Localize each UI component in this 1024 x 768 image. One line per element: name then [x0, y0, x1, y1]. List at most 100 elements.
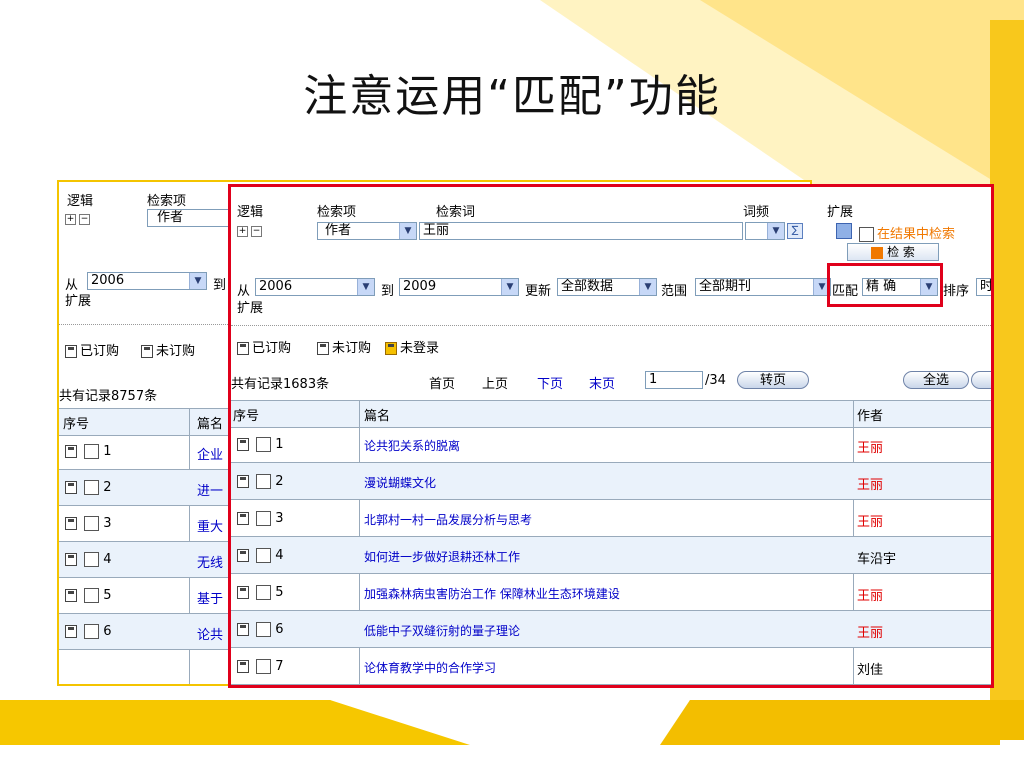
prev-page-link[interactable]: 上页 — [482, 373, 508, 392]
article-title-link[interactable]: 漫说蝴蝶文化 — [364, 474, 436, 491]
freq-select[interactable]: ▼ — [745, 222, 785, 240]
row-number: 3 — [65, 516, 112, 531]
minus-icon[interactable]: − — [79, 213, 90, 225]
term-label: 检索词 — [436, 205, 476, 220]
database-icon — [65, 445, 77, 458]
database-icon — [385, 342, 397, 355]
range-select[interactable]: 全部期刊 ▼ — [695, 278, 831, 296]
minus-icon[interactable]: − — [251, 225, 262, 237]
record-count: 共有记录8757条 — [59, 389, 158, 404]
legend-unsubscribed: 未订购 — [317, 337, 371, 356]
row-number: 7 — [237, 659, 284, 674]
article-title-link[interactable]: 论体育教学中的合作学习 — [364, 659, 496, 676]
add-remove-controls[interactable]: + − — [65, 212, 93, 225]
from-year-select[interactable]: 2006 ▼ — [255, 278, 375, 296]
plus-icon[interactable]: + — [237, 225, 248, 237]
table-row: 5 加强森林病虫害防治工作 保障林业生态环境建设 王丽 — [231, 574, 991, 611]
expand-label-2: 扩展 — [237, 301, 264, 316]
row-checkbox[interactable] — [256, 474, 272, 489]
author-link[interactable]: 王丽 — [857, 622, 883, 641]
article-title-link[interactable]: 北郭村一村一品发展分析与思考 — [364, 511, 532, 528]
row-checkbox[interactable] — [84, 444, 100, 459]
article-title-link[interactable]: 低能中子双缝衍射的量子理论 — [364, 622, 520, 639]
search-in-results-checkbox[interactable] — [859, 227, 874, 242]
page-number-input[interactable]: 1 — [645, 371, 703, 389]
row-checkbox[interactable] — [256, 659, 272, 674]
add-remove-controls[interactable]: + − — [237, 224, 265, 237]
row-checkbox[interactable] — [84, 516, 100, 531]
article-title-link[interactable]: 论共 — [197, 624, 223, 643]
row-checkbox[interactable] — [256, 437, 272, 452]
field-label: 检索项 — [317, 205, 357, 220]
legend-subscribed: 已订购 — [65, 340, 119, 359]
search-term-input[interactable]: 王丽 — [419, 222, 743, 240]
legend-not-logged: 未登录 — [385, 337, 439, 356]
sort-label: 排序 — [943, 284, 970, 299]
col-no-header: 序号 — [63, 417, 90, 432]
row-checkbox[interactable] — [256, 548, 272, 563]
page-total: /34 — [705, 373, 726, 388]
first-page-link[interactable]: 首页 — [429, 373, 455, 392]
search-in-results[interactable]: 在结果中检索 — [859, 223, 955, 242]
table-row: 1 论共犯关系的脱离 王丽 — [231, 426, 991, 463]
select-all-button[interactable]: 全选 — [903, 371, 969, 389]
col-author-header: 作者 — [857, 409, 884, 424]
goto-page-button[interactable]: 转页 — [737, 371, 809, 389]
author-link[interactable]: 王丽 — [857, 511, 883, 530]
database-icon — [237, 623, 249, 636]
table-row: 3 北郭村一村一品发展分析与思考 王丽 — [231, 500, 991, 537]
word-freq-icon[interactable]: ∑ — [787, 223, 803, 239]
article-title-link[interactable]: 论共犯关系的脱离 — [364, 437, 460, 454]
expand-label: 扩展 — [827, 205, 854, 220]
article-title-link[interactable]: 重大 — [197, 516, 223, 535]
row-checkbox[interactable] — [84, 624, 100, 639]
row-checkbox[interactable] — [256, 585, 272, 600]
search-button[interactable]: 检 索 — [847, 243, 939, 261]
article-title-link[interactable]: 加强森林病虫害防治工作 保障林业生态环境建设 — [364, 585, 620, 602]
row-number: 6 — [237, 622, 284, 637]
clear-button[interactable] — [971, 371, 991, 389]
search-icon — [871, 246, 884, 259]
database-icon — [237, 512, 249, 525]
row-checkbox[interactable] — [84, 480, 100, 495]
last-page-link[interactable]: 末页 — [589, 373, 615, 392]
expand-icon[interactable] — [836, 223, 852, 239]
database-icon — [237, 660, 249, 673]
next-page-link[interactable]: 下页 — [537, 373, 563, 392]
table-row: 6 低能中子双缝衍射的量子理论 王丽 — [231, 611, 991, 648]
chevron-down-icon: ▼ — [189, 273, 206, 289]
article-title-link[interactable]: 如何进一步做好退耕还林工作 — [364, 548, 520, 565]
author-link[interactable]: 车沿宇 — [857, 548, 896, 567]
row-number: 1 — [237, 437, 284, 452]
row-number: 3 — [237, 511, 284, 526]
field-select[interactable]: 作者 — [147, 209, 237, 227]
row-checkbox[interactable] — [256, 622, 272, 637]
legend-subscribed: 已订购 — [237, 337, 291, 356]
row-checkbox[interactable] — [84, 552, 100, 567]
author-link[interactable]: 王丽 — [857, 585, 883, 604]
logic-label: 逻辑 — [237, 205, 264, 220]
author-link[interactable]: 王丽 — [857, 437, 883, 456]
database-icon — [141, 345, 153, 358]
chevron-down-icon: ▼ — [399, 223, 416, 239]
row-checkbox[interactable] — [256, 511, 272, 526]
field-label: 检索项 — [147, 194, 187, 209]
sort-select[interactable]: 时 — [976, 278, 991, 296]
plus-icon[interactable]: + — [65, 213, 76, 225]
from-year-select[interactable]: 2006 ▼ — [87, 272, 207, 290]
field-select[interactable]: 作者 ▼ — [317, 222, 417, 240]
article-title-link[interactable]: 企业 — [197, 444, 223, 463]
record-count: 共有记录1683条 — [231, 377, 330, 392]
author-link[interactable]: 刘佳 — [857, 659, 883, 678]
article-title-link[interactable]: 无线 — [197, 552, 223, 571]
row-checkbox[interactable] — [84, 588, 100, 603]
chevron-down-icon: ▼ — [639, 279, 656, 295]
col-title-header: 篇名 — [364, 409, 391, 424]
update-select[interactable]: 全部数据 ▼ — [557, 278, 657, 296]
article-title-link[interactable]: 进一 — [197, 480, 223, 499]
col-title-header: 篇名 — [197, 417, 224, 432]
article-title-link[interactable]: 基于 — [197, 588, 223, 607]
author-link[interactable]: 王丽 — [857, 474, 883, 493]
to-year-select[interactable]: 2009 ▼ — [399, 278, 519, 296]
database-icon — [65, 345, 77, 358]
